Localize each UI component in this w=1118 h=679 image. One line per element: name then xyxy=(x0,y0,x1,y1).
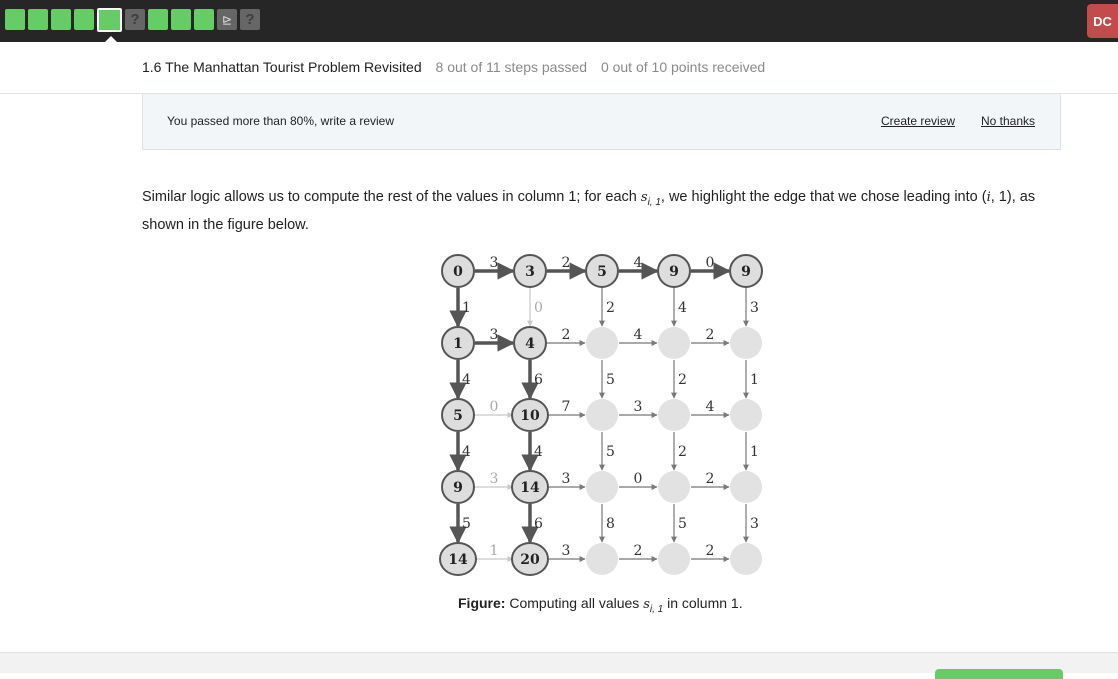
edge-weight-right-0-2: 4 xyxy=(634,255,643,271)
edge-weight-right-2-3: 4 xyxy=(706,399,715,415)
edge-weight-down-0-0: 1 xyxy=(462,300,471,316)
edge-weight-down-2-1: 4 xyxy=(534,444,543,460)
node-value-0-4: 9 xyxy=(741,264,751,280)
edge-weight-right-3-2: 0 xyxy=(634,471,643,487)
grid-node-4-2 xyxy=(586,543,618,575)
edge-weight-down-2-2: 5 xyxy=(606,444,615,460)
grid-node-1-3 xyxy=(658,327,690,359)
node-value-0-2: 5 xyxy=(597,264,607,280)
points-status: 0 out of 10 points received xyxy=(600,59,766,75)
review-message: You passed more than 80%, write a review xyxy=(167,114,395,128)
step-10[interactable]: ⊵ xyxy=(217,9,237,30)
no-thanks-link[interactable]: No thanks xyxy=(981,114,1035,128)
node-value-0-3: 9 xyxy=(669,264,679,280)
node-value-3-0: 9 xyxy=(453,480,463,496)
step-5[interactable] xyxy=(97,8,122,32)
grid-node-2-4 xyxy=(730,399,762,431)
edge-weight-right-3-0: 3 xyxy=(490,471,499,487)
edge-weight-right-1-2: 4 xyxy=(634,327,643,343)
grid-node-2-2 xyxy=(586,399,618,431)
edge-weight-down-1-2: 5 xyxy=(606,372,615,388)
edge-weight-right-4-0: 1 xyxy=(490,543,499,559)
lesson-title: 1.6 The Manhattan Tourist Problem Revisi… xyxy=(142,59,422,75)
edge-weight-right-3-1: 3 xyxy=(562,471,571,487)
edge-weight-right-2-2: 3 xyxy=(634,399,643,415)
edge-weight-right-4-1: 3 xyxy=(562,543,571,559)
edge-weight-right-3-3: 2 xyxy=(706,471,715,487)
node-value-1-1: 4 xyxy=(525,336,535,352)
node-value-0-1: 3 xyxy=(525,264,535,280)
edge-weight-down-2-3: 2 xyxy=(678,444,687,460)
review-banner: You passed more than 80%, write a review… xyxy=(142,94,1061,150)
edge-weight-right-0-0: 3 xyxy=(490,255,499,271)
edge-weight-down-1-1: 6 xyxy=(534,372,543,388)
edge-weight-down-0-2: 2 xyxy=(606,300,615,316)
edge-weight-down-0-4: 3 xyxy=(750,300,759,316)
edge-weight-right-0-1: 2 xyxy=(562,255,571,271)
edge-weight-down-3-3: 5 xyxy=(678,516,687,532)
edge-weight-down-1-3: 2 xyxy=(678,372,687,388)
node-value-1-0: 1 xyxy=(453,336,463,352)
edge-weight-right-2-0: 0 xyxy=(490,399,499,415)
edge-weight-down-3-4: 3 xyxy=(750,516,759,532)
current-step-caret xyxy=(104,36,118,43)
grid-node-4-3 xyxy=(658,543,690,575)
step-6[interactable]: ? xyxy=(125,9,145,30)
node-value-4-1: 20 xyxy=(520,552,540,568)
step-11[interactable]: ? xyxy=(240,9,260,30)
node-value-4-0: 14 xyxy=(448,552,468,568)
user-avatar[interactable]: DC xyxy=(1087,4,1118,38)
grid-node-2-3 xyxy=(658,399,690,431)
edge-weight-down-1-4: 1 xyxy=(750,372,759,388)
edge-weight-right-0-3: 0 xyxy=(706,255,715,271)
edge-weight-down-3-2: 8 xyxy=(606,516,615,532)
grid-node-3-3 xyxy=(658,471,690,503)
step-2[interactable] xyxy=(28,9,48,30)
figure-caption: Figure: Computing all values si, 1 in co… xyxy=(458,595,743,615)
edge-weight-right-1-1: 2 xyxy=(562,327,571,343)
next-step-button[interactable] xyxy=(935,669,1063,679)
node-value-0-0: 0 xyxy=(453,264,463,280)
lesson-paragraph: Similar logic allows us to compute the r… xyxy=(142,189,1036,233)
edge-weight-down-2-4: 1 xyxy=(750,444,759,460)
edge-weight-right-1-0: 3 xyxy=(490,327,499,343)
step-3[interactable] xyxy=(51,9,71,30)
step-9[interactable] xyxy=(194,9,214,30)
edge-weight-right-4-2: 2 xyxy=(634,543,643,559)
step-7[interactable] xyxy=(148,9,168,30)
edge-weight-down-1-0: 4 xyxy=(462,372,471,388)
create-review-link[interactable]: Create review xyxy=(881,114,955,128)
step-4[interactable] xyxy=(74,9,94,30)
edge-weight-down-0-1: 0 xyxy=(534,300,543,316)
grid-node-1-2 xyxy=(586,327,618,359)
edge-weight-down-3-1: 6 xyxy=(534,516,543,532)
step-navigator: ? ⊵? xyxy=(5,8,260,32)
footer-bar xyxy=(0,652,1118,679)
node-value-2-1: 10 xyxy=(520,408,540,424)
manhattan-grid-figure: 3 2 4 03 2 4 20 7 3 43 3 0 21 3 2 21 0 2 4 34 6 5 2 14 4 5 2 15 6 8 5 3… xyxy=(439,254,763,576)
grid-node-3-2 xyxy=(586,471,618,503)
edge-weight-right-2-1: 7 xyxy=(562,399,571,415)
steps-status: 8 out of 11 steps passed xyxy=(435,59,588,75)
edge-weight-right-1-3: 2 xyxy=(706,327,715,343)
top-bar: ? ⊵? DC xyxy=(0,0,1118,43)
step-8[interactable] xyxy=(171,9,191,30)
step-1[interactable] xyxy=(5,9,25,30)
edge-weight-down-3-0: 5 xyxy=(462,516,471,532)
grid-node-1-4 xyxy=(730,327,762,359)
edge-weight-down-2-0: 4 xyxy=(462,444,471,460)
edge-weight-down-0-3: 4 xyxy=(678,300,687,316)
grid-node-3-4 xyxy=(730,471,762,503)
node-value-2-0: 5 xyxy=(453,408,463,424)
lesson-header: 1.6 The Manhattan Tourist Problem Revisi… xyxy=(142,59,765,75)
grid-node-4-4 xyxy=(730,543,762,575)
edge-weight-right-4-3: 2 xyxy=(706,543,715,559)
node-value-3-1: 14 xyxy=(520,480,540,496)
